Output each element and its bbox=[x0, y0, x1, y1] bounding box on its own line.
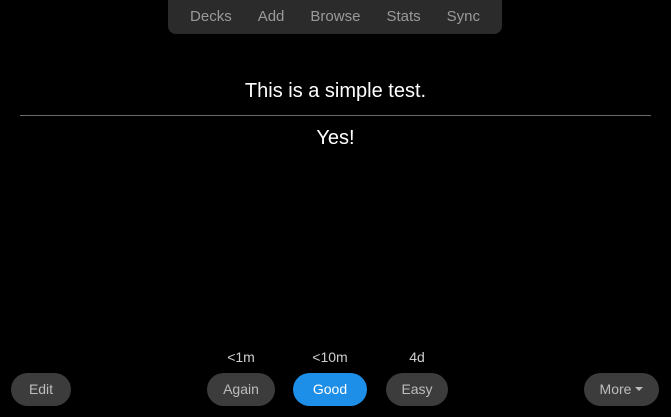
toolbar-decks[interactable]: Decks bbox=[177, 0, 245, 34]
more-button[interactable]: More bbox=[584, 373, 659, 406]
again-button[interactable]: Again bbox=[207, 373, 275, 406]
card-answer: Yes! bbox=[316, 127, 355, 149]
answer-divider bbox=[20, 115, 651, 116]
chevron-down-icon bbox=[635, 387, 644, 392]
easy-interval: 4d bbox=[409, 349, 425, 365]
toolbar-stats[interactable]: Stats bbox=[373, 0, 433, 34]
easy-button[interactable]: Easy bbox=[386, 373, 448, 406]
card-question: This is a simple test. bbox=[244, 80, 427, 102]
top-toolbar: Decks Add Browse Stats Sync bbox=[168, 0, 502, 34]
more-label: More bbox=[599, 381, 632, 397]
again-interval: <1m bbox=[227, 349, 255, 365]
toolbar-sync[interactable]: Sync bbox=[434, 0, 493, 34]
good-interval: <10m bbox=[312, 349, 348, 365]
toolbar-browse[interactable]: Browse bbox=[297, 0, 373, 34]
toolbar-add[interactable]: Add bbox=[245, 0, 298, 34]
edit-button[interactable]: Edit bbox=[11, 373, 71, 406]
good-button[interactable]: Good bbox=[293, 373, 367, 406]
